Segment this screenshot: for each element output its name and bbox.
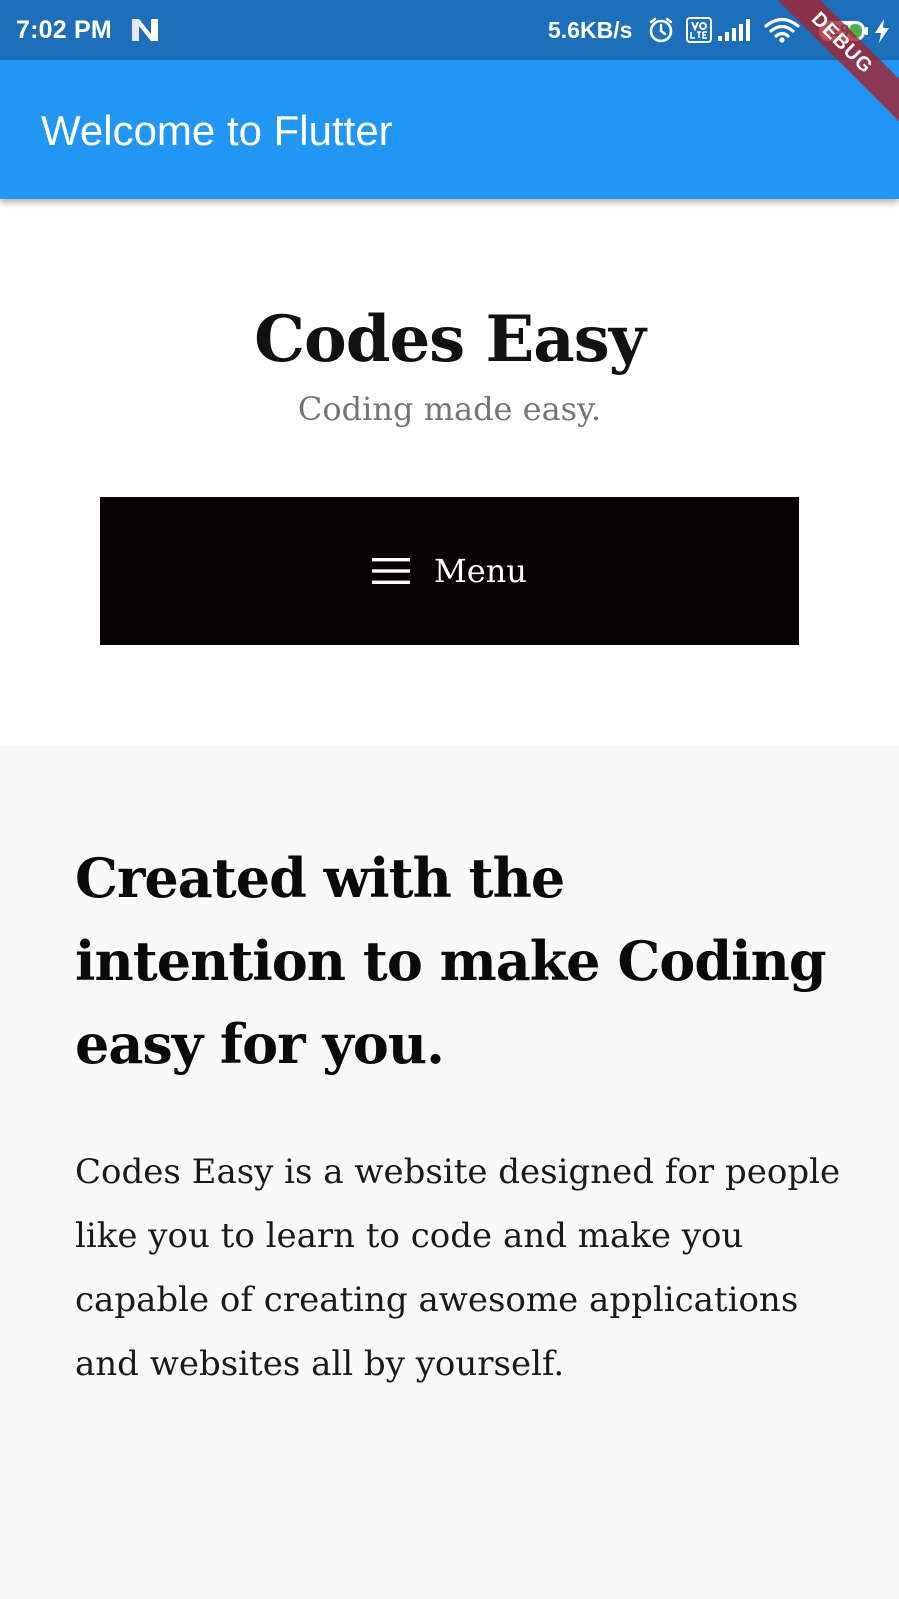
menu-label: Menu [434,552,527,590]
wifi-icon [764,17,800,43]
signal-icon [718,19,750,41]
notification-n-icon [132,19,158,41]
app-bar: Welcome to Flutter [0,60,899,199]
menu-button[interactable]: Menu [100,497,799,645]
content-section: Created with the intention to make Codin… [0,745,899,1599]
site-header: Codes Easy Coding made easy. Menu [0,199,899,745]
status-time: 7:02 PM [16,16,112,44]
status-bar: 7:02 PM 5.6KB/s 29 [0,0,899,60]
content-heading: Created with the intention to make Codin… [75,846,827,1076]
site-title: Codes Easy [254,302,646,377]
network-speed: 5.6KB/s [548,17,633,43]
site-tagline: Coding made easy. [297,390,602,428]
alarm-icon [649,17,673,43]
app-title: Welcome to Flutter [41,107,393,154]
content-body: Codes Easy is a website designed for peo… [75,1152,841,1384]
hamburger-icon [372,558,411,584]
volte-icon [686,17,712,43]
menu-button-content: Menu [100,497,799,645]
charging-bolt-icon [875,19,889,43]
